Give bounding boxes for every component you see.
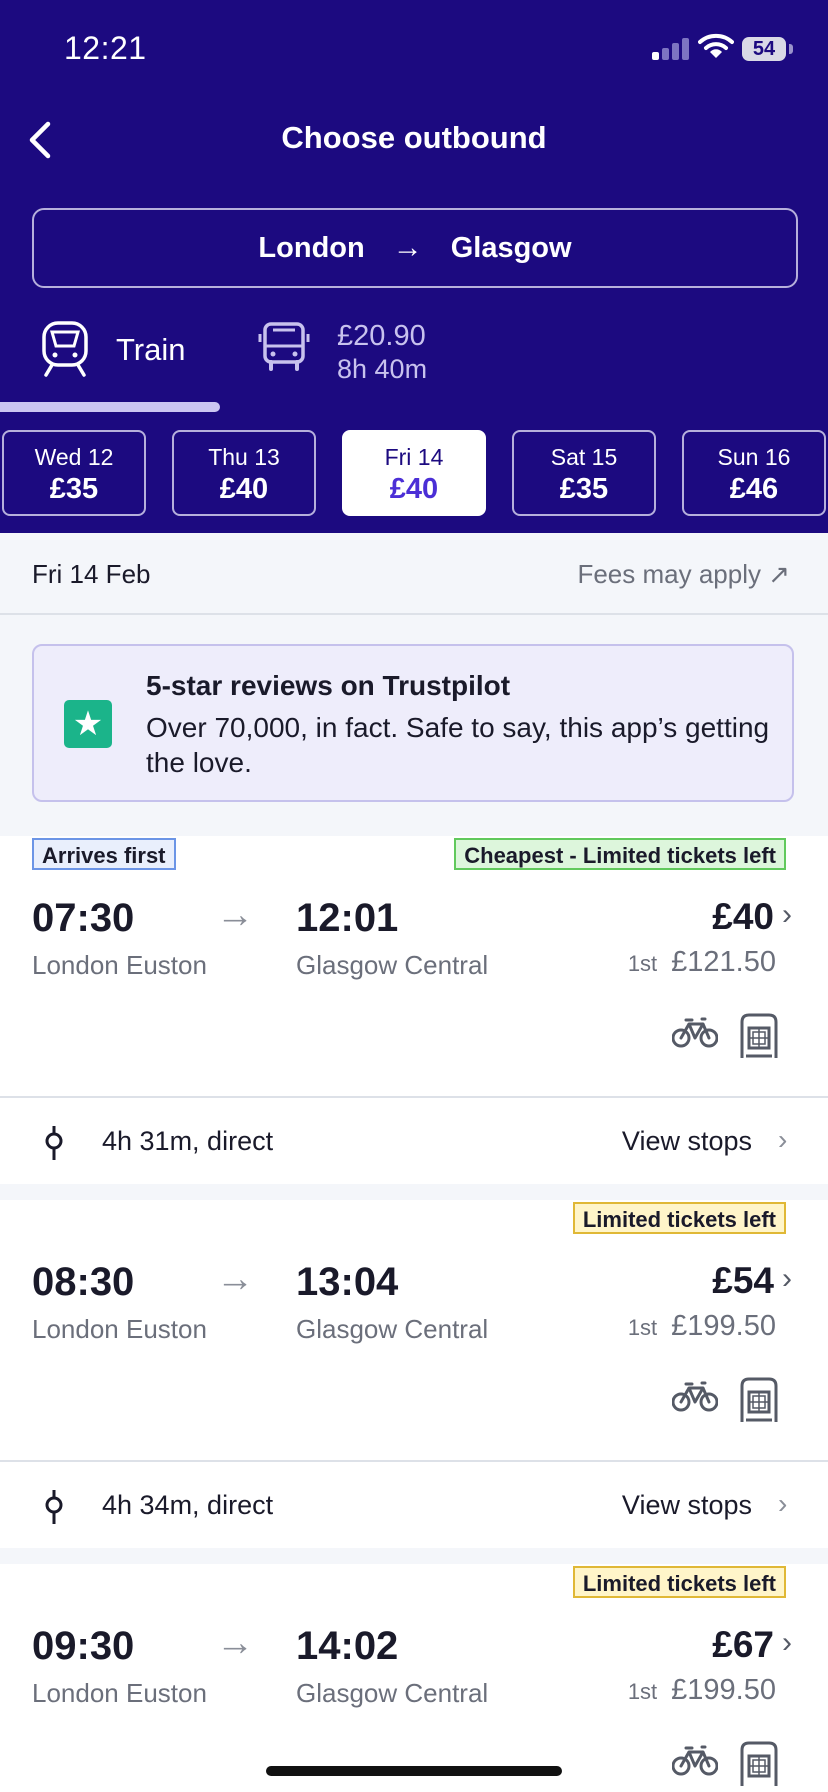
battery-indicator: 54: [742, 37, 786, 61]
journey-card[interactable]: Limited tickets left 09:30 → 14:02 Londo…: [0, 1564, 828, 1792]
arrive-time: 12:01: [296, 896, 399, 940]
seat-icon: [740, 1377, 778, 1422]
arrive-time: 13:04: [296, 1260, 399, 1304]
first-class-label: 1st: [627, 1679, 658, 1704]
origin-station: London Euston: [32, 1678, 207, 1708]
bus-price[interactable]: £20.90: [337, 320, 426, 353]
journey-duration: 4h 31m, direct: [102, 1126, 274, 1156]
seat-icon: [740, 1741, 778, 1786]
first-class-price[interactable]: 1st £199.50: [628, 1310, 776, 1343]
mode-active-indicator: [0, 402, 220, 412]
day-label: Fri 14: [384, 444, 444, 470]
day-tab-sun[interactable]: Sun 16 £46: [682, 430, 826, 516]
destination-station: Glasgow Central: [296, 950, 489, 980]
header: 12:21 54 Choose outbound London → Glasgo…: [0, 0, 828, 533]
day-price: £40: [389, 473, 439, 505]
home-indicator[interactable]: [266, 1766, 562, 1776]
route-arrow: →: [392, 231, 423, 264]
route-from: London: [258, 231, 365, 264]
day-label: Wed 12: [34, 444, 114, 470]
view-stops-link[interactable]: View stops: [622, 1490, 752, 1521]
day-price: £46: [729, 473, 779, 505]
standard-price[interactable]: £54: [712, 1260, 774, 1302]
battery-tip: [789, 44, 793, 54]
status-time: 12:21: [64, 30, 147, 66]
standard-price[interactable]: £67: [712, 1624, 774, 1666]
wifi-icon: [698, 33, 734, 58]
mode-train-label[interactable]: Train: [116, 332, 185, 368]
tag-limited: Limited tickets left: [572, 1566, 786, 1598]
bicycle-icon: [672, 1381, 718, 1412]
first-class-label: 1st: [627, 951, 658, 976]
destination-station: Glasgow Central: [296, 1678, 489, 1708]
first-class-amount: £199.50: [671, 1674, 776, 1706]
bus-duration[interactable]: 8h 40m: [337, 354, 427, 385]
origin-station: London Euston: [32, 1314, 207, 1344]
selected-date: Fri 14 Feb: [32, 559, 151, 589]
depart-time: 09:30: [32, 1624, 135, 1668]
destination-station: Glasgow Central: [296, 1314, 489, 1344]
journey-card[interactable]: Limited tickets left 08:30 → 13:04 Londo…: [0, 1200, 828, 1462]
fees-link[interactable]: Fees may apply ↗: [577, 559, 790, 590]
journey-card[interactable]: Arrives first Cheapest - Limited tickets…: [0, 836, 828, 1098]
day-tab-fri-selected[interactable]: Fri 14 £40: [342, 430, 486, 516]
star-icon: ★: [64, 700, 112, 748]
chevron-right-icon: ›: [782, 1626, 792, 1659]
time-arrow: →: [216, 1258, 254, 1300]
day-label: Thu 13: [208, 444, 280, 470]
journey-duration: 4h 34m, direct: [102, 1490, 274, 1520]
depart-time: 08:30: [32, 1260, 135, 1304]
first-class-price[interactable]: 1st £199.50: [628, 1674, 776, 1707]
day-price: £40: [219, 473, 269, 505]
bicycle-icon: [672, 1745, 718, 1776]
chevron-right-icon: ›: [782, 898, 792, 931]
day-tab-sat[interactable]: Sat 15 £35: [512, 430, 656, 516]
tag-cheapest: Cheapest - Limited tickets left: [454, 838, 786, 870]
time-arrow: →: [216, 1622, 254, 1664]
route-icon: [45, 1490, 63, 1524]
seat-icon: [740, 1013, 778, 1058]
route-selector[interactable]: London → Glasgow: [32, 208, 798, 288]
route-to: Glasgow: [450, 231, 572, 264]
day-tab-thu[interactable]: Thu 13 £40: [172, 430, 316, 516]
day-tab-wed[interactable]: Wed 12 £35: [2, 430, 146, 516]
promo-title: 5-star reviews on Trustpilot: [146, 670, 511, 701]
origin-station: London Euston: [32, 950, 207, 980]
time-arrow: →: [216, 894, 254, 936]
day-price: £35: [49, 473, 99, 505]
standard-price[interactable]: £40: [712, 896, 774, 938]
train-icon[interactable]: [40, 320, 90, 378]
view-stops-link[interactable]: View stops: [622, 1126, 752, 1157]
trustpilot-banner[interactable]: ★ 5-star reviews on Trustpilot Over 70,0…: [32, 644, 794, 802]
journey-info-row[interactable]: 4h 34m, direct View stops ›: [0, 1462, 828, 1548]
route-icon: [45, 1126, 63, 1160]
bicycle-icon: [672, 1017, 718, 1048]
cellular-signal-icon: [652, 36, 690, 60]
first-class-amount: £121.50: [671, 946, 776, 978]
bus-icon[interactable]: [258, 320, 310, 372]
first-class-price[interactable]: 1st £121.50: [628, 946, 776, 979]
day-label: Sun 16: [717, 444, 791, 470]
chevron-right-icon[interactable]: ›: [778, 1488, 787, 1520]
tag-arrives-first: Arrives first: [32, 838, 176, 870]
promo-text: Over 70,000, in fact. Safe to say, this …: [146, 712, 770, 778]
journey-info-row[interactable]: 4h 31m, direct View stops ›: [0, 1098, 828, 1184]
day-label: Sat 15: [550, 444, 618, 470]
first-class-amount: £199.50: [671, 1310, 776, 1342]
first-class-label: 1st: [627, 1315, 658, 1340]
day-price: £35: [559, 473, 609, 505]
page-title: Choose outbound: [281, 120, 547, 155]
chevron-right-icon[interactable]: ›: [778, 1124, 787, 1156]
arrive-time: 14:02: [296, 1624, 399, 1668]
date-bar: Fri 14 Feb Fees may apply ↗: [0, 533, 828, 615]
chevron-right-icon: ›: [782, 1262, 792, 1295]
depart-time: 07:30: [32, 896, 135, 940]
tag-limited: Limited tickets left: [572, 1202, 786, 1234]
